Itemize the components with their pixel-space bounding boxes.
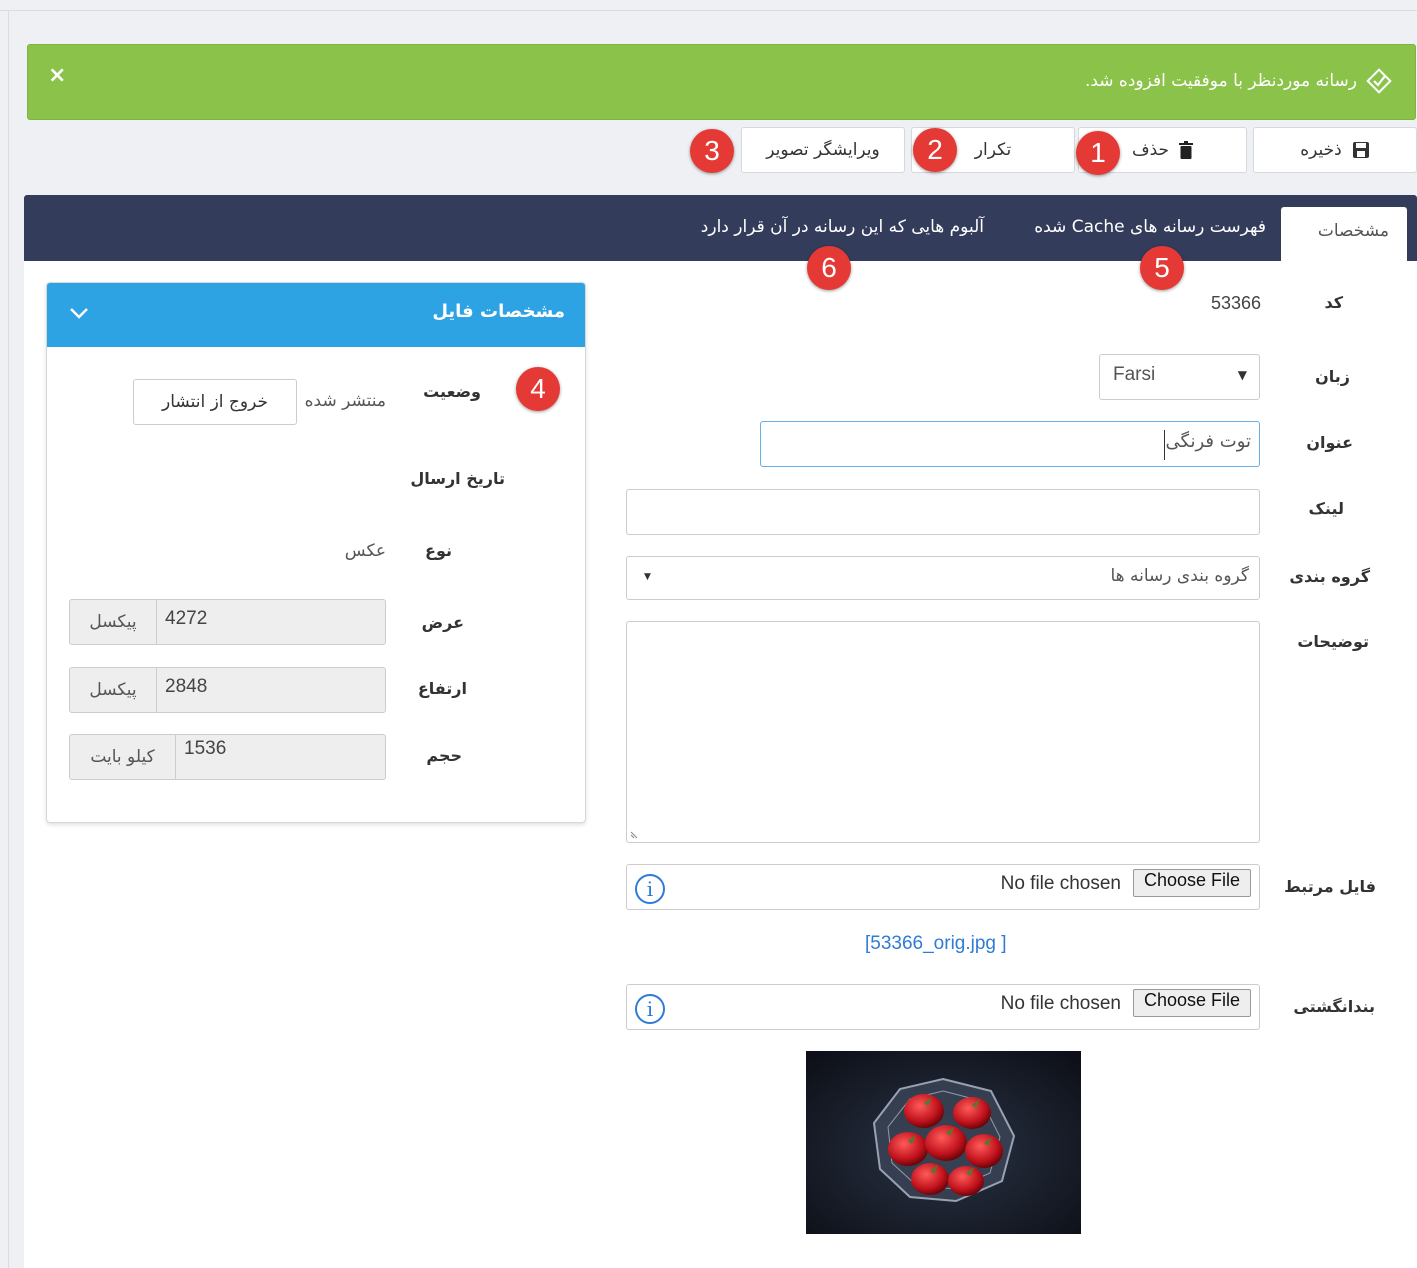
choose-file-button[interactable]: Choose File xyxy=(1132,989,1251,1017)
annotation-badge-2: 2 xyxy=(913,128,957,172)
file-specs-header[interactable]: مشخصات فایل xyxy=(47,283,585,347)
duplicate-label: تکرار xyxy=(974,140,1012,160)
alert-message: رسانه موردنظر با موفقیت افزوده شد. xyxy=(1084,71,1357,91)
dropdown-caret-icon: ▼ xyxy=(644,572,651,582)
tab-cached-list[interactable]: فهرست رسانه های Cache شده xyxy=(1034,217,1266,237)
annotation-badge-6: 6 xyxy=(807,246,851,290)
save-label: ذخیره xyxy=(1300,140,1342,160)
trash-icon xyxy=(1179,141,1194,159)
top-divider xyxy=(0,10,1417,11)
description-textarea[interactable] xyxy=(626,621,1260,843)
size-field: کیلو بایت 1536 xyxy=(69,734,386,780)
annotation-badge-4: 4 xyxy=(516,367,560,411)
tab-albums[interactable]: آلبوم هایی که این رسانه در آن قرار دارد xyxy=(701,217,984,237)
success-alert: × رسانه موردنظر با موفقیت افزوده شد. xyxy=(27,44,1416,120)
width-unit: پیکسل xyxy=(70,600,157,644)
close-icon[interactable]: × xyxy=(48,63,66,88)
height-field: پیکسل 2848 xyxy=(69,667,386,713)
link-input[interactable] xyxy=(626,489,1260,535)
description-label: توضیحات xyxy=(1297,632,1369,651)
image-editor-button[interactable]: ویرایشگر تصویر xyxy=(741,127,905,173)
alert-message-row: رسانه موردنظر با موفقیت افزوده شد. xyxy=(1085,67,1393,95)
unpublish-button[interactable]: خروج از انتشار xyxy=(133,379,297,425)
related-file-label: فایل مرتبط xyxy=(1284,877,1376,896)
annotation-badge-5: 5 xyxy=(1140,246,1184,290)
category-select[interactable]: گروه بندی رسانه ها ▼ xyxy=(626,556,1260,600)
title-label: عنوان xyxy=(1306,433,1353,452)
language-label: زبان xyxy=(1315,367,1350,386)
resize-handle-icon[interactable] xyxy=(629,830,639,840)
file-specs-panel: مشخصات فایل وضعیت منتشر شده خروج از انتش… xyxy=(46,282,586,823)
text-cursor xyxy=(1164,430,1165,460)
width-value: 4272 xyxy=(165,608,208,629)
choose-file-button[interactable]: Choose File xyxy=(1132,869,1251,897)
size-value: 1536 xyxy=(184,738,227,759)
check-diamond-icon xyxy=(1366,68,1392,94)
tab-specs-label: مشخصات xyxy=(1317,221,1389,241)
strawberry-thumbnail-image xyxy=(806,1051,1081,1234)
height-label: ارتفاع xyxy=(417,679,467,698)
delete-label: حذف xyxy=(1131,140,1170,160)
category-placeholder: گروه بندی رسانه ها xyxy=(1110,566,1249,586)
thumbnail-status: No file chosen xyxy=(1000,993,1121,1014)
status-label: وضعیت xyxy=(423,382,481,401)
type-label: نوع xyxy=(425,541,452,560)
save-button[interactable]: ذخیره xyxy=(1253,127,1417,173)
image-editor-label: ویرایشگر تصویر xyxy=(766,140,880,160)
dropdown-caret-icon: ▼ xyxy=(1237,368,1247,382)
floppy-disk-icon xyxy=(1352,142,1369,158)
height-value: 2848 xyxy=(165,676,208,697)
tab-specs[interactable]: مشخصات xyxy=(1281,207,1407,261)
link-label: لینک xyxy=(1308,499,1344,518)
related-file-link[interactable]: [53366_orig.jpg ] xyxy=(865,933,1007,955)
chevron-down-icon[interactable] xyxy=(67,301,91,325)
info-icon[interactable]: i xyxy=(635,874,665,904)
category-label: گروه بندی xyxy=(1289,567,1370,586)
tab-albums-label: آلبوم هایی که این رسانه در آن قرار دارد xyxy=(700,217,984,237)
size-unit: کیلو بایت xyxy=(70,735,176,779)
info-icon[interactable]: i xyxy=(635,994,665,1024)
tab-cached-list-label: فهرست رسانه های Cache شده xyxy=(1034,217,1266,237)
related-file-input[interactable]: i No file chosen Choose File xyxy=(626,864,1260,910)
height-unit: پیکسل xyxy=(70,668,157,712)
media-edit-card: مشخصات فهرست رسانه های Cache شده آلبوم ه… xyxy=(24,195,1417,1268)
code-value: 53366 xyxy=(1210,293,1261,313)
thumbnail-input[interactable]: i No file chosen Choose File xyxy=(626,984,1260,1030)
thumbnail-label: بندانگشتی xyxy=(1293,997,1375,1016)
related-file-status: No file chosen xyxy=(1000,873,1121,894)
tab-bar: مشخصات فهرست رسانه های Cache شده آلبوم ه… xyxy=(24,195,1417,261)
title-input[interactable]: توت فرنگی xyxy=(760,421,1260,467)
title-value: توت فرنگی xyxy=(1165,431,1251,452)
left-divider xyxy=(8,10,9,1268)
width-label: عرض xyxy=(421,613,464,632)
code-label: کد xyxy=(1324,293,1343,312)
language-select[interactable]: Farsi ▼ xyxy=(1099,354,1260,400)
type-value: عکس xyxy=(344,541,386,561)
send-date-label: تاریخ ارسال xyxy=(410,469,505,488)
status-value: منتشر شده xyxy=(304,391,386,411)
width-field: پیکسل 4272 xyxy=(69,599,386,645)
size-label: حجم xyxy=(426,746,462,765)
annotation-badge-1: 1 xyxy=(1076,131,1120,175)
language-value: Farsi xyxy=(1113,364,1156,385)
file-specs-title: مشخصات فایل xyxy=(432,301,565,322)
annotation-badge-3: 3 xyxy=(690,129,734,173)
